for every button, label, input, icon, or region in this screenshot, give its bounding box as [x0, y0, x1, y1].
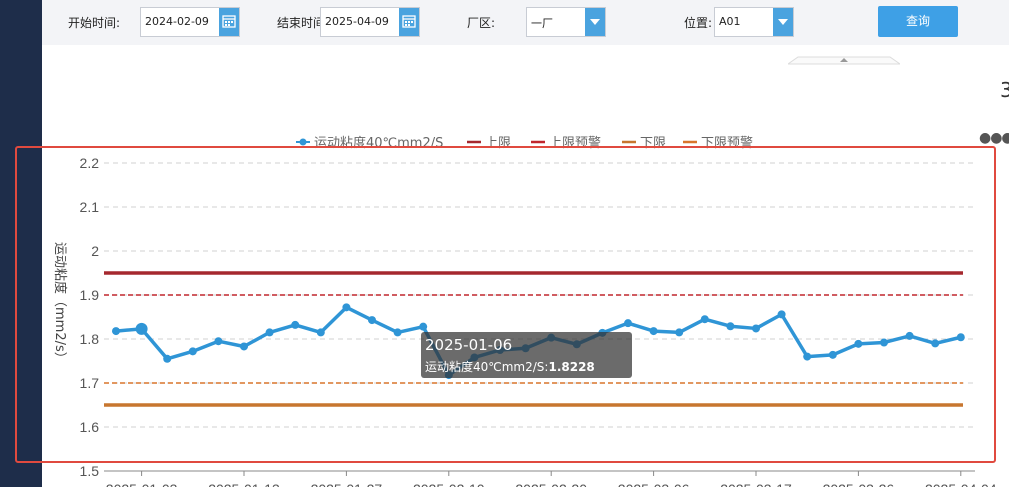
x-tick-label: 2025-02-20 — [515, 481, 587, 487]
x-tick-label: 2025-04-04 — [925, 481, 997, 487]
x-tick-label: 2025-01-27 — [311, 481, 383, 487]
y-tick-label: 1.5 — [80, 463, 100, 479]
x-tick-label: 2025-03-06 — [618, 481, 690, 487]
tooltip-row: 运动粘度40℃mm2/S:1.8228 — [425, 358, 595, 375]
chart-tooltip: 2025-01-06 运动粘度40℃mm2/S:1.8228 — [421, 332, 632, 378]
x-tick-label: 2025-03-17 — [720, 481, 792, 487]
x-tick-label: 2025-01-13 — [208, 481, 280, 487]
tooltip-value: 1.8228 — [548, 360, 595, 374]
more-options-icon[interactable]: ●●● — [979, 131, 1009, 145]
app-root: 开始时间: 2024-02-09 结束时间: 2025-04-09 厂区: 一厂 — [0, 0, 1009, 487]
tooltip-date: 2025-01-06 — [425, 336, 513, 354]
tooltip-series-name: 运动粘度40℃mm2/S: — [425, 360, 549, 374]
x-tick-label: 2025-02-10 — [413, 481, 485, 487]
x-tick-label: 2025-01-03 — [106, 481, 178, 487]
legend-swatch-dot — [299, 138, 307, 146]
x-tick-label: 2025-03-26 — [823, 481, 895, 487]
selection-frame — [15, 146, 996, 463]
